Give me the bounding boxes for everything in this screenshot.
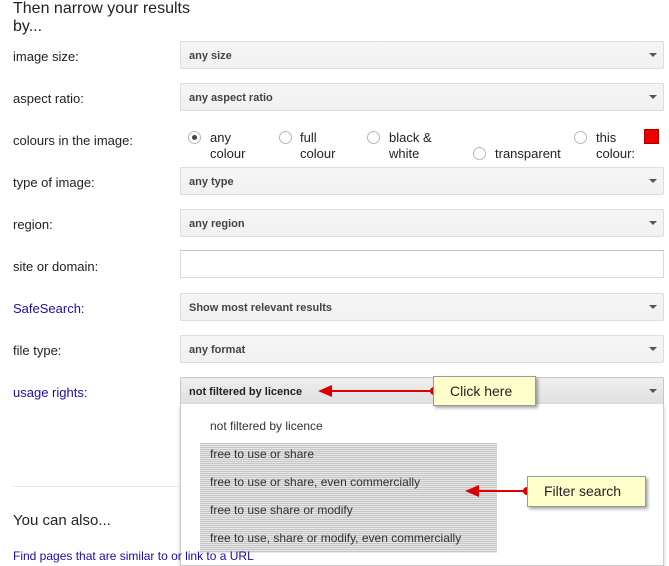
- filter-search-callout: Filter search: [527, 476, 646, 507]
- filter-search-arrow: [465, 485, 531, 497]
- click-here-callout: Click here: [433, 376, 536, 406]
- click-here-arrow: [318, 385, 438, 397]
